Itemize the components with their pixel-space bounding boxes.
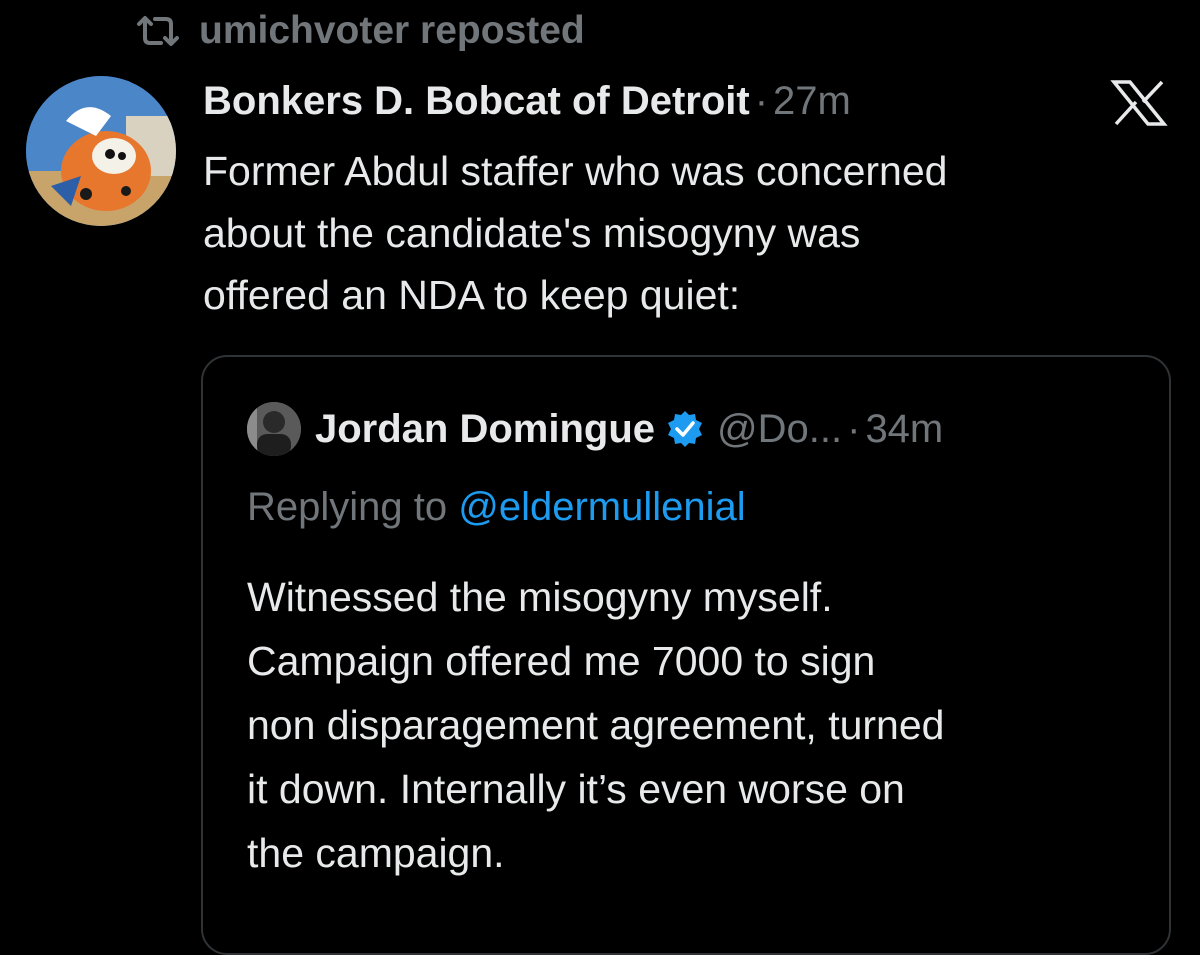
replying-to-line: Replying to @eldermullenial bbox=[247, 485, 746, 530]
x-logo-icon bbox=[1110, 80, 1168, 126]
quoted-author-name[interactable]: Jordan Domingue bbox=[315, 407, 655, 452]
quoted-author-handle[interactable]: @Do... bbox=[717, 407, 842, 452]
tweet-body-text: Former Abdul staffer who was concerned a… bbox=[203, 148, 948, 318]
tweet-header: Bonkers D. Bobcat of Detroit · 27m bbox=[203, 74, 851, 128]
separator-dot: · bbox=[754, 78, 769, 123]
repost-icon bbox=[135, 11, 185, 51]
quoted-tweet-header: Jordan Domingue @Do... · 34m bbox=[247, 401, 943, 457]
tweet-timestamp[interactable]: 27m bbox=[773, 79, 851, 124]
author-avatar[interactable] bbox=[26, 76, 176, 226]
repost-indicator[interactable]: umichvoter reposted bbox=[135, 8, 585, 54]
author-display-name[interactable]: Bonkers D. Bobcat of Detroit bbox=[203, 79, 750, 124]
quoted-author-avatar[interactable] bbox=[247, 402, 301, 456]
verified-badge-icon bbox=[665, 409, 705, 449]
reply-mention-link[interactable]: @eldermullenial bbox=[458, 485, 745, 529]
quoted-tweet-card[interactable]: Jordan Domingue @Do... · 34m Replying to… bbox=[201, 355, 1171, 955]
separator-dot: · bbox=[847, 406, 861, 451]
replying-to-label: Replying to bbox=[247, 485, 459, 529]
repost-label[interactable]: umichvoter reposted bbox=[199, 9, 585, 53]
quoted-tweet-body-text: Witnessed the misogyny myself. Campaign … bbox=[247, 574, 945, 876]
quoted-tweet-timestamp[interactable]: 34m bbox=[865, 407, 943, 452]
